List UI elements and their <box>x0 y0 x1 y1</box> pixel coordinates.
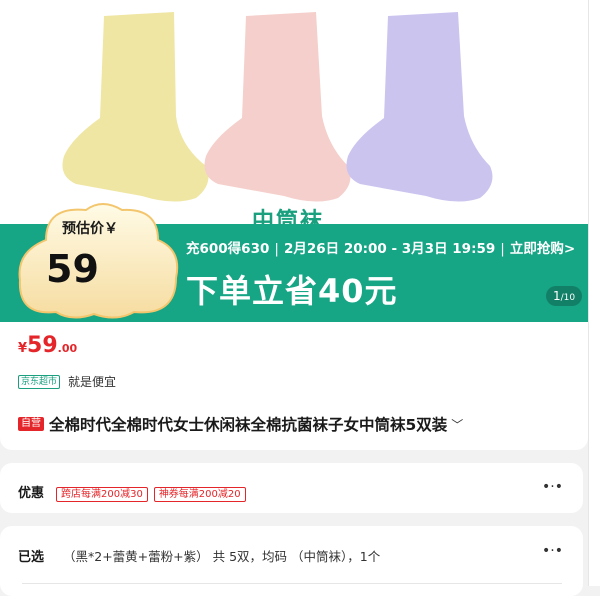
product-title-row[interactable]: 自营 全棉时代全棉时代女士休闲袜全棉抗菌袜子女中筒袜5双装 ﹀ <box>18 413 463 435</box>
sock-pink-image <box>204 12 351 202</box>
store-slogan: 就是便宜 <box>68 375 117 389</box>
sock-yellow-image <box>62 12 209 202</box>
selected-spec: （黑*2+蕾黄+蕾粉+紫） 共 5双，均码 （中筒袜），1个 <box>63 549 381 564</box>
promotions-card[interactable]: 优惠 跨店每满200减30 神券每满200减20 •·• <box>0 463 583 513</box>
product-price: ¥59.00 <box>18 333 77 358</box>
price-decimal: .00 <box>57 342 78 355</box>
selection-label: 已选 <box>18 550 45 565</box>
promo-headline: 下单立省40元 <box>186 272 398 310</box>
counter-current: 1 <box>552 289 561 303</box>
price-integer: 59 <box>27 333 58 358</box>
price-symbol: ¥ <box>18 341 28 356</box>
store-row: 京东超市 就是便宜 <box>18 373 116 390</box>
product-title: 全棉时代全棉时代女士休闲袜全棉抗菌袜子女中筒袜5双装 <box>49 416 448 434</box>
estimate-label: 预估价￥ <box>62 221 118 237</box>
divider <box>22 583 562 584</box>
estimate-value: 59 <box>46 247 99 291</box>
more-icon[interactable]: •·• <box>542 479 563 495</box>
chevron-down-icon[interactable]: ﹀ <box>451 416 463 433</box>
scrollbar-thumb[interactable] <box>591 0 598 586</box>
scrollbar[interactable] <box>588 0 600 586</box>
coupon-tag: 神券每满200减20 <box>153 487 246 502</box>
promo-time: 2月26日 20:00 - 3月3日 19:59 <box>283 241 496 257</box>
promo-separator: | <box>274 241 279 257</box>
counter-total: /10 <box>560 293 576 303</box>
self-operated-badge: 自营 <box>18 417 44 431</box>
promo-recharge: 充600得630 <box>186 241 270 257</box>
store-badge: 京东超市 <box>18 374 61 389</box>
promo-buy-link[interactable]: 立即抢购> <box>510 241 575 257</box>
image-counter: 1/10 <box>546 286 582 306</box>
sock-purple-image <box>346 12 493 202</box>
coupon-tag: 跨店每满200减30 <box>56 487 148 502</box>
more-icon[interactable]: •·• <box>542 543 563 559</box>
promo-separator: | <box>500 241 505 257</box>
promo-line[interactable]: 充600得630 | 2月26日 20:00 - 3月3日 19:59 | 立即抢购> <box>186 237 575 257</box>
coupon-list: 跨店每满200减30 神券每满200减20 <box>56 482 252 502</box>
promotions-label: 优惠 <box>18 486 45 501</box>
